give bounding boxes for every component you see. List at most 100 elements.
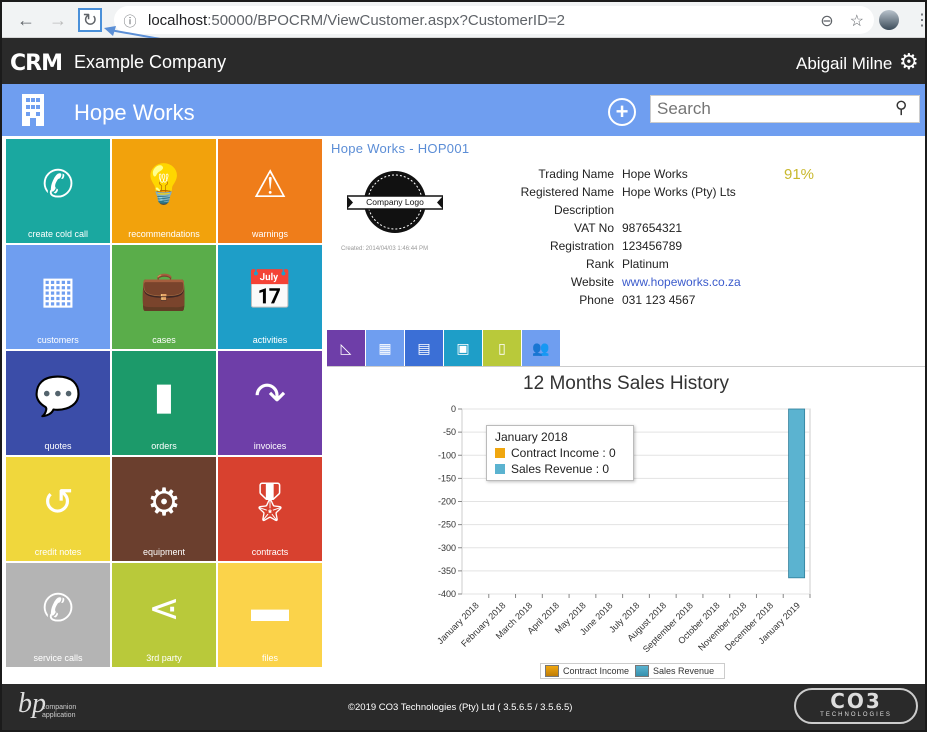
field-row: Registration 123456789 [472, 239, 772, 257]
folder-icon: ▬ [251, 588, 289, 630]
y-tick-label: -400 [438, 589, 456, 599]
field-row: Registered Name Hope Works (Pty) Lts [472, 185, 772, 203]
calendar-icon: 📅 [246, 270, 294, 312]
bookmark-star-icon[interactable]: ☆ [850, 11, 864, 31]
tile-3rd-party[interactable]: ⋖ 3rd party [112, 563, 216, 667]
tile-contracts[interactable]: 🎖 contracts [218, 457, 322, 561]
tab-contacts-book-icon[interactable]: ▤ [405, 330, 443, 366]
y-tick-label: -300 [438, 543, 456, 553]
tile-label: equipment [142, 547, 186, 557]
tile-label: activities [252, 335, 288, 345]
field-label: Website [570, 275, 614, 289]
search-icon[interactable]: ⚲ [895, 98, 907, 118]
field-row: Trading Name Hope Works [472, 167, 772, 185]
tile-label: contracts [251, 547, 289, 557]
tab-calendar-icon[interactable]: ▣ [444, 330, 482, 366]
company-name: Example Company [74, 52, 227, 72]
y-tick-label: -250 [438, 520, 456, 530]
tile-service-calls[interactable]: ✆ service calls [6, 563, 110, 667]
field-label: Description [553, 203, 614, 217]
tile-equipment[interactable]: ⚙ equipment [112, 457, 216, 561]
tile-cases[interactable]: 💼 cases [112, 245, 216, 349]
field-label: Registered Name [520, 185, 614, 199]
field-value[interactable]: www.hopeworks.co.za [622, 275, 772, 293]
reload-icon[interactable]: ↻ [78, 8, 102, 32]
tab-users-icon[interactable]: 👥 [522, 330, 560, 366]
legend-item-sales[interactable]: Sales Revenue [635, 665, 714, 677]
y-tick-label: 0 [451, 404, 456, 414]
user-name[interactable]: Abigail Milne [796, 54, 892, 74]
tile-customers[interactable]: ▦ customers [6, 245, 110, 349]
tile-label: credit notes [34, 547, 82, 557]
profile-avatar[interactable] [879, 10, 899, 30]
tooltip-swatch-sales [495, 464, 505, 474]
field-row: VAT No 987654321 [472, 221, 772, 239]
building-icon: ▦ [40, 270, 76, 312]
field-value: 123456789 [622, 239, 683, 253]
menu-kebab-icon[interactable]: ⋮ [914, 10, 925, 30]
field-label: Trading Name [538, 167, 614, 181]
phone-icon: ✆ [42, 164, 74, 206]
tile-label: 3rd party [146, 653, 182, 663]
y-tick-label: -350 [438, 566, 456, 576]
tile-label: files [261, 653, 278, 663]
tile-label: invoices [253, 441, 287, 451]
y-tick-label: -150 [438, 473, 456, 483]
tile-files[interactable]: ▬ files [218, 563, 322, 667]
tile-recommendations[interactable]: 💡 recommendations [112, 139, 216, 243]
field-value: 031 123 4567 [622, 293, 696, 307]
field-label: VAT No [573, 221, 614, 235]
tile-create-cold-call[interactable]: ✆ create cold call [6, 139, 110, 243]
add-button[interactable]: + [608, 98, 636, 126]
customer-fields: Trading Name Hope Works Registered Name Hop… [472, 167, 772, 311]
building-icon [22, 94, 44, 126]
zoom-icon[interactable]: ⊖ [820, 11, 833, 31]
app-frame: ← → ↻ ⓘ localhost:50000/BPOCRM/ViewCusto… [0, 0, 927, 732]
tab-building-icon[interactable]: ▦ [366, 330, 404, 366]
tile-label: orders [151, 441, 177, 451]
gear-icon[interactable]: ⚙ [899, 49, 919, 75]
tooltip-row-contract: Contract Income : 0 [511, 446, 616, 460]
field-label: Rank [585, 257, 614, 271]
tile-quotes[interactable]: 💬 quotes [6, 351, 110, 455]
tile-label: recommendations [128, 229, 200, 239]
tooltip-row-sales: Sales Revenue : 0 [511, 462, 610, 476]
company-logo-text: Company Logo [366, 197, 424, 207]
bp-logo-sub: companion application [42, 704, 77, 719]
tab-document-icon[interactable]: ▯ [483, 330, 521, 366]
tile-activities[interactable]: 📅 activities [218, 245, 322, 349]
detail-tabs: ◺ ▦ ▤ ▣ ▯ 👥 [327, 330, 561, 366]
customer-title: Hope Works - HOP001 [331, 141, 470, 156]
crm-logo[interactable]: CRM [10, 51, 63, 76]
search-input[interactable] [650, 95, 920, 123]
legend-item-contract[interactable]: Contract Income [545, 665, 629, 677]
ribbon-icon: 🎖 [245, 482, 295, 524]
tile-label: warnings [251, 229, 289, 239]
book-icon: ▮ [153, 376, 175, 418]
forward-icon[interactable]: → [46, 8, 70, 32]
tooltip-title: January 2018 [495, 430, 568, 444]
page-header: Hope Works + ⚲ [2, 84, 925, 136]
bar-sales-revenue [788, 408, 806, 579]
undo-icon: ↺ [42, 482, 74, 524]
lightbulb-icon: 💡 [140, 164, 188, 206]
chart-legend: Contract Income Sales Revenue [540, 663, 726, 679]
field-value [622, 203, 772, 221]
tile-menu: ✆ create cold call 💡 recommendations ⚠ warnin… [6, 139, 324, 667]
field-value: Platinum [622, 257, 669, 271]
tile-label: cases [152, 335, 176, 345]
tile-warnings[interactable]: ⚠ warnings [218, 139, 322, 243]
tab-area-chart-icon[interactable]: ◺ [327, 330, 365, 366]
page-title: Hope Works [74, 100, 195, 125]
tile-invoices[interactable]: ↷ invoices [218, 351, 322, 455]
created-date: Created: 2014/04/03 1:46:44 PM [341, 246, 429, 252]
tile-credit-notes[interactable]: ↺ credit notes [6, 457, 110, 561]
app-bar: CRM Example Company Abigail Milne ⚙ [2, 38, 925, 84]
redo-arrow-icon: ↷ [254, 376, 286, 418]
tile-orders[interactable]: ▮ orders [112, 351, 216, 455]
back-icon[interactable]: ← [14, 8, 38, 32]
field-label: Registration [549, 239, 614, 253]
chart-title: 12 Months Sales History [523, 373, 729, 394]
field-value: Hope Works (Pty) Lts [622, 185, 736, 199]
tile-label: quotes [44, 441, 72, 451]
